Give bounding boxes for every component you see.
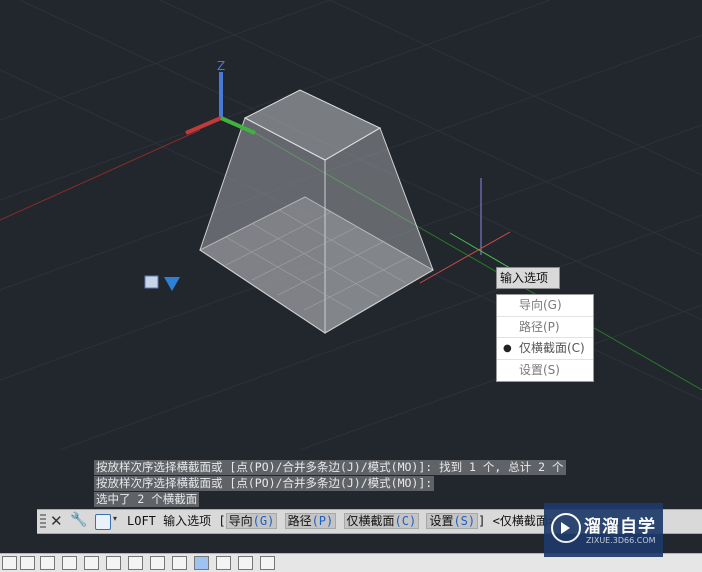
chevron-down-icon[interactable]: ▾: [113, 514, 117, 523]
3d-object-snap-button[interactable]: [84, 556, 99, 570]
option-path-button[interactable]: 路径(P): [284, 513, 337, 529]
object-snap-tracking-button[interactable]: [128, 556, 143, 570]
grid-display-button[interactable]: [2, 556, 17, 570]
play-icon: [561, 522, 570, 534]
close-bracket: ]: [478, 514, 486, 528]
watermark-url: ZIXUE.3D66.COM: [586, 536, 656, 545]
menu-item-path[interactable]: 路径(P): [497, 317, 593, 338]
option-cross-sections-only-button[interactable]: 仅横截面(C): [343, 513, 420, 529]
polar-tracking-button[interactable]: [106, 556, 121, 570]
close-icon[interactable]: ✕: [50, 512, 63, 530]
menu-item-label: 设置(S): [519, 362, 560, 377]
recent-commands-icon[interactable]: [95, 514, 111, 530]
history-line: 按放样次序选择横截面或 [点(PO)/合并多条边(J)/模式(MO)]:: [94, 476, 435, 491]
menu-item-label: 仅横截面(C): [519, 341, 585, 355]
quick-properties-button[interactable]: [216, 556, 231, 570]
command-input[interactable]: LOFT 输入选项 [导向(G) 路径(P) 仅横截面(C) 设置(S)] <仅…: [127, 510, 555, 533]
x-axis-line: [0, 129, 201, 221]
transparency-button[interactable]: [194, 556, 209, 570]
watermark-logo: 溜溜自学 ZIXUE.3D66.COM: [544, 503, 663, 557]
dynamic-input-button[interactable]: [150, 556, 165, 570]
snap-mode-button[interactable]: [20, 556, 35, 570]
object-snap-button[interactable]: [62, 556, 77, 570]
menu-item-cross-sections-only[interactable]: ● 仅横截面(C): [497, 338, 593, 360]
menu-item-label: 路径(P): [519, 319, 560, 334]
open-bracket: [: [218, 514, 226, 528]
option-menu: 导向(G) 路径(P) ● 仅横截面(C) 设置(S): [496, 294, 594, 382]
menu-item-settings[interactable]: 设置(S): [497, 360, 593, 382]
z-axis-label: Z: [217, 59, 225, 73]
drag-handle[interactable]: [40, 514, 46, 530]
dynamic-input-prompt: 输入选项: [496, 267, 560, 289]
grip-icon[interactable]: [144, 275, 180, 291]
history-line: 选中了 2 个横截面: [94, 492, 200, 507]
selection-cycling-button[interactable]: [238, 556, 253, 570]
history-line: 按放样次序选择横截面或 [点(PO)/合并多条边(J)/模式(MO)]: 找到 …: [94, 460, 566, 475]
command-history: 按放样次序选择横截面或 [点(PO)/合并多条边(J)/模式(MO)]: 找到 …: [94, 460, 566, 508]
frustum-solid[interactable]: [199, 89, 435, 334]
gizmo-button[interactable]: [260, 556, 275, 570]
menu-item-label: 导向(G): [519, 298, 562, 312]
command-name: LOFT: [127, 514, 156, 528]
watermark-title: 溜溜自学: [584, 517, 656, 537]
selected-bullet-icon: ●: [503, 343, 512, 354]
command-prompt: 输入选项: [163, 514, 212, 528]
option-guides-button[interactable]: 导向(G): [225, 513, 278, 529]
dynamic-ucs-button[interactable]: [40, 556, 55, 570]
option-settings-button[interactable]: 设置(S): [426, 513, 479, 529]
ortho-mode-button[interactable]: [172, 556, 187, 570]
wrench-icon[interactable]: 🔧: [70, 512, 87, 528]
menu-item-guides[interactable]: 导向(G): [497, 295, 593, 317]
